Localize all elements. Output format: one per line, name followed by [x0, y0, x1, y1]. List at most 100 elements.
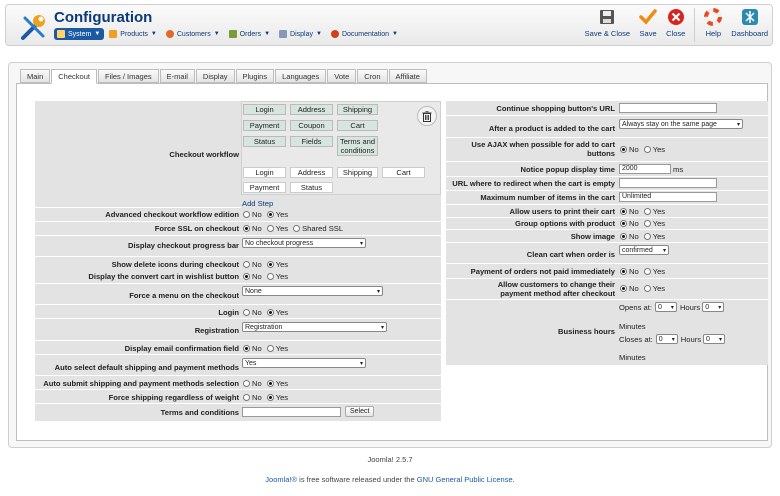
workflow-active-shipping[interactable]: Shipping	[337, 167, 378, 178]
workflow-step-shipping[interactable]: Shipping	[337, 104, 378, 115]
opens-minute-select[interactable]: 0 ▾	[702, 302, 725, 312]
print-cart-no[interactable]: No	[620, 207, 639, 216]
popup-time-input[interactable]: 2000	[619, 164, 671, 174]
email-confirm-yes[interactable]: Yes	[266, 344, 288, 353]
force-ssl-no[interactable]: No	[243, 224, 262, 233]
select-button[interactable]: Select	[345, 406, 375, 417]
delete-icons-no[interactable]: No	[243, 260, 262, 269]
workflow-active-address[interactable]: Address	[290, 167, 333, 178]
menu-documentation[interactable]: Documentation ▼	[328, 28, 402, 40]
workflow-step-login[interactable]: Login	[243, 104, 286, 115]
tab-main[interactable]: Main	[20, 69, 51, 83]
workflow-step-coupon[interactable]: Coupon	[290, 120, 333, 131]
radio-icon	[266, 273, 274, 280]
email-confirm-no[interactable]: No	[243, 344, 262, 353]
menu-customers[interactable]: Customers ▼	[163, 28, 224, 40]
option-label: Yes	[652, 207, 666, 216]
option-label: No	[629, 219, 639, 228]
login-label: Login	[218, 308, 239, 317]
pay-unpaid-yes[interactable]: Yes	[643, 267, 665, 276]
system-icon	[57, 30, 65, 38]
force-ssl-yes[interactable]: Yes	[266, 224, 288, 233]
print-cart-yes[interactable]: Yes	[643, 207, 666, 216]
select-arrow-icon: ▾	[671, 336, 675, 343]
tab-languages[interactable]: Languages	[275, 69, 327, 83]
trash-icon[interactable]	[417, 106, 437, 126]
force-ssl-shared[interactable]: Shared SSL	[293, 224, 343, 233]
delete-icons-yes[interactable]: Yes	[266, 260, 288, 269]
login-no[interactable]: No	[243, 308, 262, 317]
progress-bar-select[interactable]: No checkout progress ▾	[242, 238, 366, 248]
option-label: Yes	[275, 393, 289, 402]
convert-cart-yes[interactable]: Yes	[266, 272, 288, 281]
ajax-no[interactable]: No	[620, 145, 639, 154]
login-yes[interactable]: Yes	[266, 308, 288, 317]
convert-cart-no[interactable]: No	[243, 272, 262, 281]
tab-files-images[interactable]: Files / Images	[97, 69, 159, 83]
menu-system[interactable]: System ▼	[54, 28, 105, 40]
select-arrow-icon: ▾	[662, 247, 666, 254]
save-close-button[interactable]: Save & Close	[585, 8, 630, 38]
workflow-step-payment[interactable]: Payment	[243, 120, 286, 131]
menu-orders[interactable]: Orders ▼	[226, 28, 274, 40]
tab-vote[interactable]: Vote	[327, 69, 357, 83]
force-menu-select[interactable]: None ▾	[242, 286, 383, 296]
closes-hour-select[interactable]: 0 ▾	[655, 334, 678, 344]
registration-select[interactable]: Registration ▾	[242, 322, 387, 332]
tab-checkout[interactable]: Checkout	[51, 69, 97, 84]
after-add-select[interactable]: Always stay on the same page ▾	[619, 119, 743, 129]
save-button[interactable]: Save	[639, 8, 657, 38]
redirect-url-input[interactable]	[619, 178, 717, 188]
adv-workflow-no[interactable]: No	[243, 210, 262, 219]
workflow-active-login[interactable]: Login	[243, 167, 286, 178]
workflow-step-fields[interactable]: Fields	[290, 136, 333, 147]
group-options-yes[interactable]: Yes	[643, 219, 665, 228]
tab-plugins[interactable]: Plugins	[235, 69, 275, 83]
max-items-input[interactable]: Unlimited	[619, 192, 717, 202]
group-options-no[interactable]: No	[620, 219, 639, 228]
tab-display[interactable]: Display	[195, 69, 235, 83]
radio-checked-icon	[620, 233, 627, 240]
clean-cart-select[interactable]: confirmed ▾	[619, 245, 669, 255]
ajax-yes[interactable]: Yes	[643, 145, 665, 154]
show-image-no[interactable]: No	[620, 232, 639, 241]
gpl-link[interactable]: GNU General Public License	[417, 475, 513, 484]
change-payment-no[interactable]: No	[620, 284, 639, 293]
select-value: None	[245, 287, 262, 295]
change-payment-yes[interactable]: Yes	[643, 284, 665, 293]
adv-workflow-yes[interactable]: Yes	[266, 210, 288, 219]
workflow-active-cart[interactable]: Cart	[382, 167, 425, 178]
dashboard-button[interactable]: Dashboard	[731, 8, 768, 38]
auto-submit-yes[interactable]: Yes	[266, 379, 288, 388]
menu-display[interactable]: Display ▼	[276, 28, 326, 40]
workflow-active-status[interactable]: Status	[290, 182, 333, 193]
chevron-down-icon: ▼	[213, 31, 220, 37]
continue-url-input[interactable]	[619, 103, 717, 113]
radio-icon	[266, 225, 274, 232]
force-shipping-no[interactable]: No	[243, 393, 262, 402]
close-button[interactable]: Close	[666, 8, 685, 38]
force-shipping-yes[interactable]: Yes	[266, 393, 289, 402]
workflow-step-address[interactable]: Address	[290, 104, 333, 115]
show-image-yes[interactable]: Yes	[643, 232, 665, 241]
auto-shipping-select[interactable]: Yes ▾	[242, 358, 366, 368]
radio-icon	[293, 225, 301, 232]
tab-affiliate[interactable]: Affiliate	[388, 69, 427, 83]
joomla-link[interactable]: Joomla!®	[265, 475, 297, 484]
pay-unpaid-no[interactable]: No	[620, 267, 639, 276]
menu-products[interactable]: Products ▼	[106, 28, 161, 40]
closes-minute-select[interactable]: 0 ▾	[703, 334, 726, 344]
max-items-field: Unlimited	[619, 192, 717, 202]
progress-bar-label: Display checkout progress bar	[128, 241, 239, 250]
auto-submit-no[interactable]: No	[243, 379, 262, 388]
help-button[interactable]: Help	[704, 8, 723, 38]
workflow-step-terms[interactable]: Terms and conditions	[337, 136, 378, 156]
workflow-step-status[interactable]: Status	[243, 136, 286, 147]
workflow-active-payment[interactable]: Payment	[243, 182, 286, 193]
tab-cron[interactable]: Cron	[357, 69, 388, 83]
opens-hour-select[interactable]: 0 ▾	[654, 302, 677, 312]
tab-email[interactable]: E-mail	[159, 69, 195, 83]
terms-input[interactable]	[242, 406, 341, 417]
workflow-step-cart[interactable]: Cart	[337, 120, 378, 131]
add-step-link[interactable]: Add Step	[242, 198, 273, 208]
